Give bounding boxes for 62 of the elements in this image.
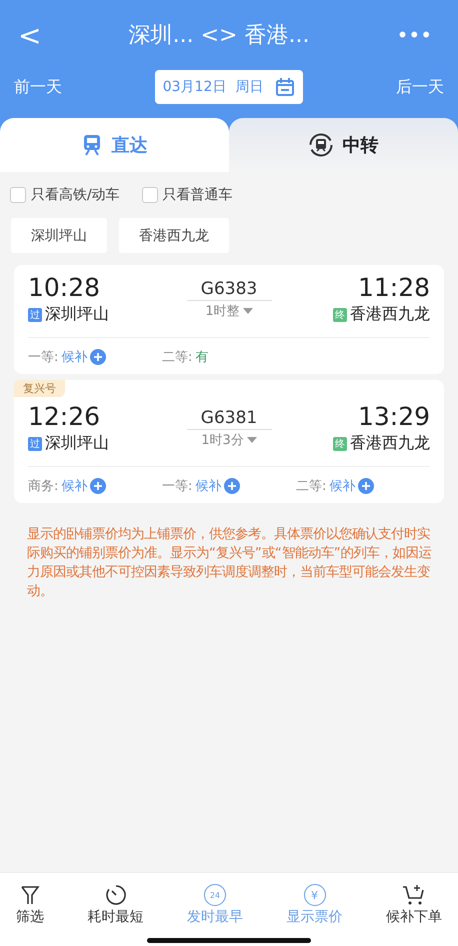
previous-day-button[interactable]: 前一天: [14, 76, 62, 98]
calendar-icon: [275, 77, 296, 97]
seat-class: 二等:: [296, 478, 326, 495]
next-day-button[interactable]: 后一天: [396, 76, 444, 98]
seat-status: 候补: [61, 478, 88, 495]
train-number: G6383: [186, 273, 272, 301]
train-number: G6381: [186, 402, 272, 430]
bottom-bar-item[interactable]: 筛选: [16, 884, 44, 926]
date-picker[interactable]: 03月12日 周日: [154, 70, 304, 104]
checkbox-label: 只看普通车: [162, 186, 233, 204]
pass-tag: 过: [28, 436, 42, 450]
add-icon[interactable]: [90, 478, 106, 494]
add-icon[interactable]: [90, 349, 106, 365]
cart-icon: [402, 884, 426, 906]
arrival-station: 香港西九龙: [350, 304, 430, 325]
bottom-bar-item[interactable]: 候补下单: [386, 884, 442, 926]
seat-class: 商务:: [28, 478, 58, 495]
seat-status: 候补: [61, 349, 88, 366]
departure-time: 10:28: [28, 273, 100, 302]
terminal-tag: 终: [333, 436, 347, 450]
station-chip[interactable]: 香港西九龙: [119, 218, 229, 253]
departure-station: 深圳坪山: [45, 433, 109, 454]
seat-status: 候补: [329, 478, 356, 495]
add-icon[interactable]: [358, 478, 374, 494]
route-title: 深圳... <> 香港...: [128, 22, 310, 50]
seat-status: 候补: [195, 478, 222, 495]
tab[interactable]: 中转: [229, 118, 458, 172]
duration-dropdown[interactable]: 1时3分: [201, 430, 257, 450]
checkbox[interactable]: [142, 187, 158, 203]
tab[interactable]: 直达: [0, 118, 229, 172]
train-card[interactable]: 10:28 过 深圳坪山 G6383 1时整 11:28 终 香港西九龙 一等: 候补 二等: 有: [14, 265, 444, 374]
train-icon: [82, 134, 102, 156]
departure-time: 12:26: [28, 402, 100, 431]
station-chip[interactable]: 深圳坪山: [11, 218, 107, 253]
bottom-bar-item[interactable]: 24 发时最早: [187, 884, 243, 926]
checkbox[interactable]: [10, 187, 26, 203]
timer-icon: [104, 884, 126, 906]
departure-station: 深圳坪山: [45, 304, 109, 325]
back-button[interactable]: <: [14, 16, 46, 54]
seat-class: 一等:: [162, 478, 192, 495]
arrival-time: 13:29: [358, 402, 430, 431]
seat-status: 有: [195, 349, 208, 366]
duration-dropdown[interactable]: 1时整: [205, 301, 253, 321]
bottom-bar-item[interactable]: ¥ 显示票价: [286, 884, 342, 926]
notice-text: 显示的卧铺票价均为上铺票价，供您参考。具体票价以您确认支付时实际购买的铺别票价为准。显示为“复兴号”或“智能动车”的列车，如因运力原因或其他不可控因素导致列车调度调整时，当前车型可能会发生变动。: [26, 526, 433, 601]
filter-icon: [20, 884, 40, 906]
terminal-tag: 终: [333, 308, 347, 322]
checkbox-label: 只看高铁/动车: [31, 186, 120, 204]
pass-tag: 过: [28, 308, 42, 322]
arrival-time: 11:28: [358, 273, 430, 302]
more-button[interactable]: •••: [392, 21, 436, 49]
arrival-station: 香港西九龙: [350, 433, 430, 454]
yen-icon: ¥: [304, 884, 326, 906]
clock-icon: 24: [204, 884, 226, 906]
bottom-bar-item[interactable]: 耗时最短: [88, 884, 144, 926]
seat-class: 二等:: [162, 349, 192, 366]
caret-icon: [242, 308, 253, 314]
caret-icon: [246, 437, 257, 443]
train-cycle-icon: [308, 133, 332, 157]
train-type-badge: 复兴号: [14, 380, 65, 397]
seat-class: 一等:: [28, 349, 58, 366]
add-icon[interactable]: [224, 478, 240, 494]
